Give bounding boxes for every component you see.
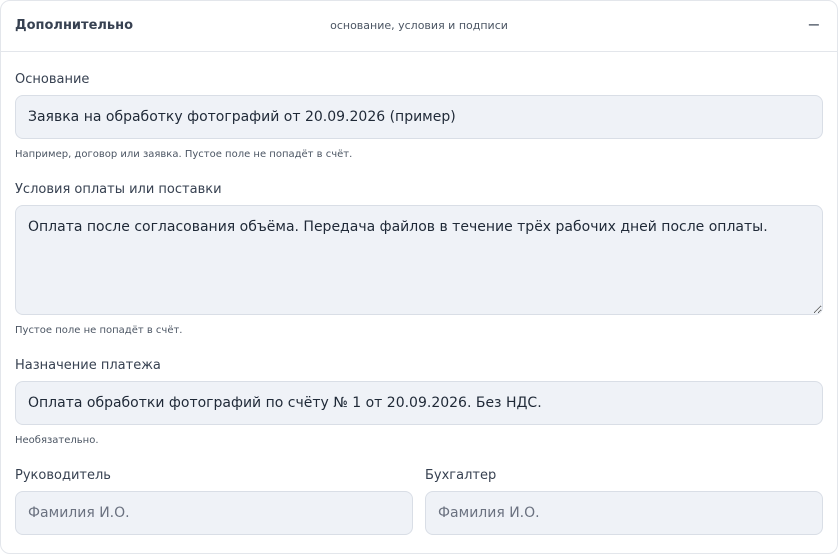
accountant-input[interactable] [425, 491, 823, 535]
accountant-label: Бухгалтер [425, 468, 497, 483]
purpose-label: Назначение платежа [15, 358, 161, 373]
collapse-button[interactable]: − [805, 13, 823, 37]
terms-textarea[interactable]: Оплата после согласования объёма. Переда… [15, 205, 823, 315]
terms-label: Условия оплаты или поставки [15, 182, 222, 197]
terms-hint: Пустое поле не попадёт в счёт. [15, 325, 183, 336]
panel-subtitle: основание, условия и подписи [330, 19, 508, 32]
panel-header[interactable]: Дополнительно основание, условия и подпи… [1, 1, 837, 52]
basis-label: Основание [15, 72, 90, 87]
basis-input[interactable] [15, 95, 823, 139]
purpose-hint: Необязательно. [15, 435, 99, 446]
director-label: Руководитель [15, 468, 111, 483]
basis-hint: Например, договор или заявка. Пустое пол… [15, 149, 353, 160]
purpose-input[interactable] [15, 381, 823, 425]
director-input[interactable] [15, 491, 413, 535]
additional-panel: Дополнительно основание, условия и подпи… [0, 0, 838, 554]
